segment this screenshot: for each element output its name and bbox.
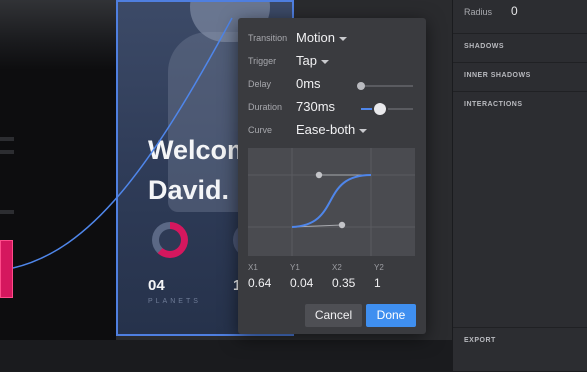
control-point-1[interactable]	[338, 221, 346, 229]
shadows-section[interactable]: SHADOWS	[453, 33, 587, 62]
y1-label: Y1	[290, 263, 300, 272]
duration-value[interactable]: 730ms	[296, 99, 335, 114]
x2-label: X2	[332, 263, 342, 272]
x1-value[interactable]: 0.64	[248, 276, 271, 290]
duration-label: Duration	[248, 102, 283, 112]
curve-label: Curve	[248, 125, 273, 135]
interaction-popover: Transition Motion Trigger Tap Delay 0ms …	[238, 18, 426, 334]
y2-label: Y2	[374, 263, 384, 272]
trigger-select[interactable]: Tap	[296, 53, 329, 68]
section-title: INNER SHADOWS	[464, 72, 531, 79]
interactions-section[interactable]: INTERACTIONS	[453, 91, 587, 327]
chevron-down-icon	[359, 128, 368, 133]
canvas-footer	[0, 340, 452, 371]
export-section[interactable]: EXPORT	[453, 327, 587, 372]
section-title: EXPORT	[464, 337, 496, 344]
curve-select[interactable]: Ease-both	[296, 122, 368, 137]
delay-label: Delay	[248, 79, 272, 89]
chevron-down-icon	[320, 59, 329, 64]
duration-slider-knob[interactable]	[374, 103, 387, 115]
inner-shadows-section[interactable]: INNER SHADOWS	[453, 62, 587, 91]
y2-value[interactable]: 1	[374, 276, 381, 290]
delay-value[interactable]: 0ms	[296, 76, 321, 91]
delay-slider[interactable]	[357, 82, 413, 90]
section-title: SHADOWS	[464, 43, 505, 50]
duration-slider[interactable]	[361, 103, 413, 115]
y1-value[interactable]: 0.04	[290, 276, 313, 290]
transition-row: Transition Motion	[238, 28, 426, 50]
trigger-row: Trigger Tap	[238, 51, 426, 73]
duration-row: Duration 730ms	[238, 97, 426, 119]
inspector-panel: Radius 0 SHADOWS INNER SHADOWS INTERACTI…	[452, 0, 587, 371]
section-title: INTERACTIONS	[464, 101, 523, 108]
done-button[interactable]: Done	[366, 304, 416, 327]
x1-label: X1	[248, 263, 258, 272]
transition-label: Transition	[248, 33, 288, 43]
chevron-down-icon	[339, 36, 348, 41]
x2-value[interactable]: 0.35	[332, 276, 355, 290]
trigger-label: Trigger	[248, 56, 277, 66]
bezier-curve-editor[interactable]	[248, 148, 415, 256]
transition-select[interactable]: Motion	[296, 30, 348, 45]
cancel-button[interactable]: Cancel	[305, 304, 362, 327]
control-point-2[interactable]	[315, 171, 323, 179]
delay-slider-knob[interactable]	[357, 82, 365, 90]
curve-row: Curve Ease-both	[238, 120, 426, 142]
radius-field[interactable]: 0	[511, 4, 518, 18]
radius-label: Radius	[464, 7, 493, 17]
delay-row: Delay 0ms	[238, 74, 426, 96]
